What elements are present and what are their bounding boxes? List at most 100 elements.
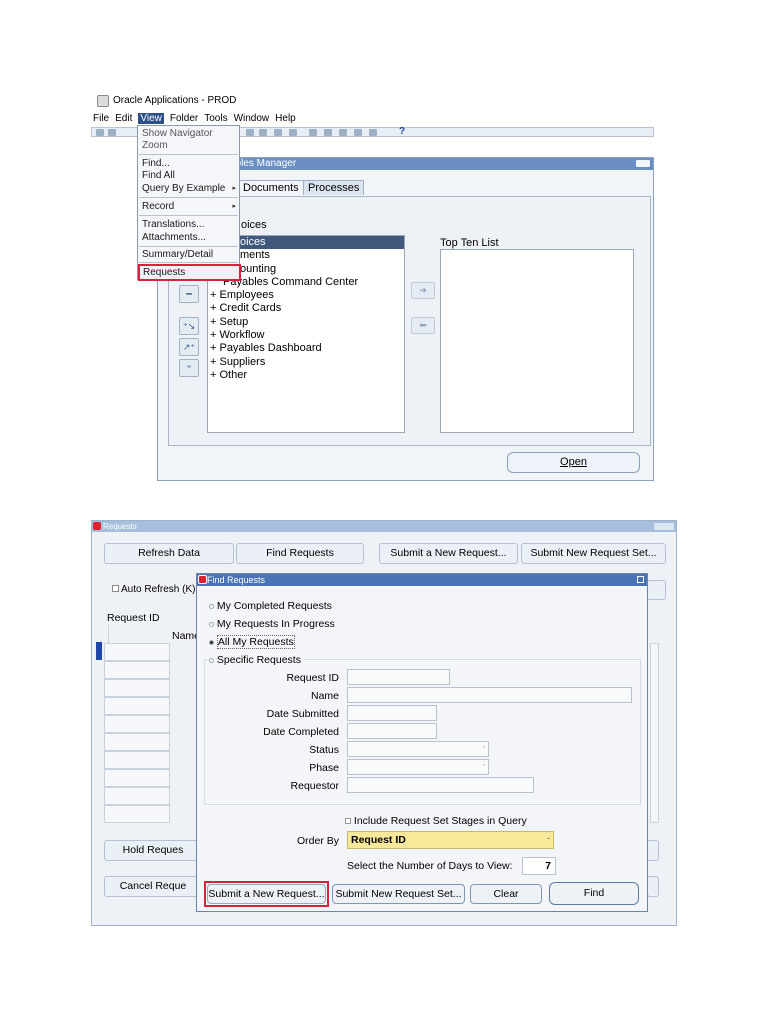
menu-item-record[interactable]: Record (142, 201, 174, 212)
requestor-field[interactable] (347, 777, 534, 793)
expand-branch-icon[interactable]: ⁺↘ (179, 317, 199, 335)
days-label: Select the Number of Days to View: (347, 860, 513, 872)
add-to-list-icon[interactable]: ➜ (411, 282, 435, 299)
close-icon[interactable] (93, 522, 101, 530)
dropdown-arrow-icon: - (483, 762, 486, 769)
find-button[interactable]: Find (549, 882, 639, 905)
find-requests-button[interactable]: Find Requests (236, 543, 364, 564)
window-controls-icon[interactable] (636, 160, 650, 167)
menu-item-zoom[interactable]: Zoom (142, 140, 168, 151)
table-row[interactable] (104, 787, 170, 805)
table-row[interactable] (104, 769, 170, 787)
menu-folder[interactable]: Folder (170, 113, 198, 124)
scrollbar[interactable] (650, 643, 659, 823)
table-row[interactable] (104, 805, 170, 823)
window-controls-icon[interactable] (654, 523, 674, 530)
table-row[interactable] (104, 643, 170, 661)
submit-request-highlight[interactable]: Submit a New Request... (204, 881, 329, 907)
tab-processes[interactable]: Processes (303, 180, 365, 195)
menu-help[interactable]: Help (275, 113, 296, 124)
help-icon[interactable]: ? (399, 126, 405, 137)
submit-new-request-set-dialog-button[interactable]: Submit New Request Set... (332, 884, 465, 904)
date-completed-field[interactable] (347, 723, 437, 739)
submit-new-request-button[interactable]: Submit a New Request... (379, 543, 518, 564)
phase-select[interactable] (347, 759, 489, 775)
right-edge-button[interactable] (647, 580, 666, 600)
menu-tools[interactable]: Tools (204, 113, 227, 124)
requests-highlight[interactable]: Requests (138, 264, 241, 281)
hold-request-button[interactable]: Hold Reques (104, 840, 202, 861)
refresh-data-button[interactable]: Refresh Data (104, 543, 234, 564)
phase-label: Phase (309, 762, 339, 774)
menu-item-find[interactable]: Find... (142, 158, 170, 169)
menu-item-translations[interactable]: Translations... (142, 219, 204, 230)
toolbar-icon[interactable] (274, 129, 282, 136)
menu-item-find-all[interactable]: Find All (142, 170, 175, 181)
right-edge-button[interactable] (647, 840, 659, 861)
close-icon[interactable] (637, 576, 644, 583)
header-divider (108, 625, 109, 643)
tree-item[interactable]: + Workflow (208, 329, 404, 342)
radio-in-progress-label: My Requests In Progress (216, 618, 335, 630)
close-icon[interactable] (198, 575, 207, 584)
toolbar-icon[interactable] (96, 129, 104, 136)
include-stages-checkbox[interactable]: Include Request Set Stages in Query (345, 815, 527, 827)
collapse-icon[interactable]: ━ (179, 285, 199, 303)
toolbar-icon[interactable] (289, 129, 297, 136)
order-by-label: Order By (296, 835, 339, 847)
refresh-data-label: Refresh Data (138, 547, 200, 559)
clear-button[interactable]: Clear (470, 884, 542, 904)
toolbar-icon[interactable] (309, 129, 317, 136)
menu-item-summary-detail[interactable]: Summary/Detail (142, 249, 213, 260)
right-edge-button[interactable] (647, 876, 659, 897)
tree-item[interactable]: + Credit Cards (208, 302, 404, 315)
table-row[interactable] (104, 661, 170, 679)
cancel-request-label: Cancel Reque (119, 880, 187, 892)
status-select[interactable] (347, 741, 489, 757)
top-ten-list[interactable] (440, 249, 634, 433)
menu-item-attachments[interactable]: Attachments... (142, 232, 206, 243)
radio-specific[interactable]: Specific Requests (209, 654, 304, 666)
submit-new-request-dialog-button[interactable]: Submit a New Request... (207, 884, 326, 904)
tree-item[interactable]: + Setup (208, 316, 404, 329)
toolbar-icon[interactable] (259, 129, 267, 136)
menu-file[interactable]: File (93, 113, 109, 124)
table-row[interactable] (104, 733, 170, 751)
request-id-field[interactable] (347, 669, 450, 685)
toolbar-icon[interactable] (339, 129, 347, 136)
tree-item[interactable]: + Suppliers (208, 356, 404, 369)
open-button[interactable]: Open (507, 452, 640, 473)
radio-all-my-requests[interactable]: All My Requests (209, 635, 295, 649)
expand-all-icon[interactable]: ↗⁺ (179, 338, 199, 356)
cancel-request-button[interactable]: Cancel Reque (104, 876, 202, 897)
menu-item-query-by-example[interactable]: Query By Example (142, 183, 225, 194)
auto-refresh-checkbox[interactable]: Auto Refresh (K) (112, 584, 195, 595)
menu-window[interactable]: Window (234, 113, 270, 124)
order-by-select[interactable]: Request ID - (347, 831, 554, 849)
submit-new-request-set-button[interactable]: Submit New Request Set... (521, 543, 666, 564)
radio-completed[interactable]: My Completed Requests (209, 600, 332, 612)
toolbar-icon[interactable] (108, 129, 116, 136)
toolbar-icon[interactable] (324, 129, 332, 136)
table-row[interactable] (104, 679, 170, 697)
tree-item[interactable]: + Payables Dashboard (208, 342, 404, 355)
remove-from-list-icon[interactable]: ⬅ (411, 317, 435, 334)
tree-item[interactable]: + Other (208, 369, 404, 382)
toolbar-icon[interactable] (354, 129, 362, 136)
toolbar-icon[interactable] (246, 129, 254, 136)
tab-documents[interactable]: Documents (238, 180, 304, 195)
toolbar-icon[interactable] (369, 129, 377, 136)
menu-item-requests[interactable]: Requests (143, 267, 185, 278)
tree-item[interactable]: + Employees (208, 289, 404, 302)
table-row[interactable] (104, 751, 170, 769)
name-field[interactable] (347, 687, 632, 703)
menu-item-show-navigator[interactable]: Show Navigator (142, 128, 213, 139)
menu-edit[interactable]: Edit (115, 113, 132, 124)
table-row[interactable] (104, 697, 170, 715)
menu-view[interactable]: View (138, 113, 164, 124)
days-field[interactable]: 7 (522, 857, 556, 875)
collapse-all-icon[interactable]: ⁼ (179, 359, 199, 377)
date-submitted-field[interactable] (347, 705, 437, 721)
table-row[interactable] (104, 715, 170, 733)
radio-in-progress[interactable]: My Requests In Progress (209, 618, 335, 630)
